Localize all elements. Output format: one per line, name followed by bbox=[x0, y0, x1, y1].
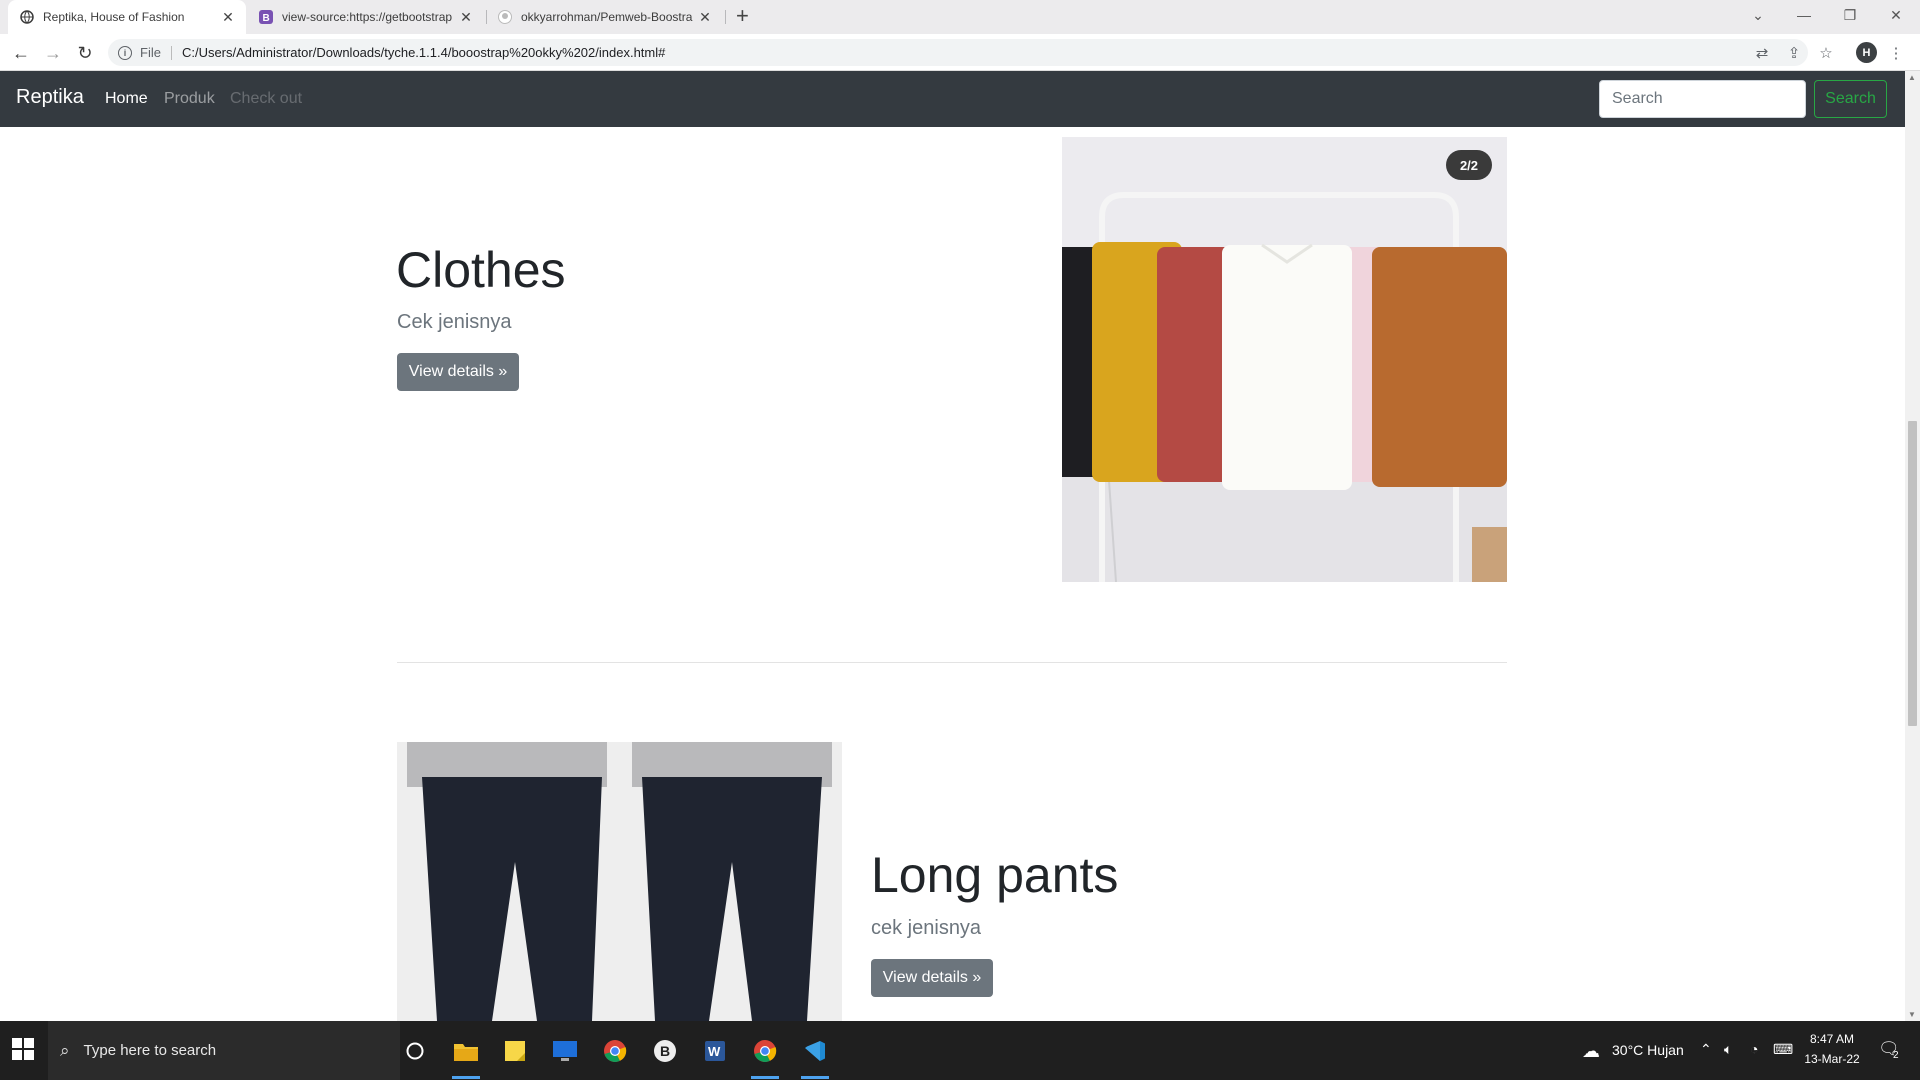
browser-tabstrip: Reptika, House of Fashion ✕ B view-sourc… bbox=[0, 0, 1920, 34]
remote-desktop-icon[interactable] bbox=[543, 1029, 587, 1073]
volume-icon[interactable]: 🔈︎ bbox=[1724, 1041, 1732, 1058]
tab-reptika[interactable]: Reptika, House of Fashion ✕ bbox=[8, 0, 246, 34]
keyboard-icon[interactable]: ⌨ bbox=[1773, 1041, 1793, 1058]
bootstrap-studio-icon[interactable]: B bbox=[643, 1029, 687, 1073]
network-icon[interactable]: ◔ bbox=[1750, 1041, 1758, 1057]
taskbar-search-box[interactable]: ⌕ Type here to search bbox=[48, 1021, 400, 1080]
feature-lead-long-pants: cek jenisnya bbox=[871, 917, 982, 939]
forward-icon[interactable]: → bbox=[40, 40, 66, 66]
address-url: C:/Users/Administrator/Downloads/tyche.1… bbox=[181, 45, 666, 60]
translate-icon[interactable]: ⇄ bbox=[1751, 42, 1773, 64]
long-pants-image bbox=[397, 742, 842, 1021]
info-icon[interactable]: i bbox=[118, 45, 132, 60]
address-separator bbox=[170, 45, 172, 60]
close-tab-icon[interactable]: ✕ bbox=[697, 9, 713, 26]
profile-avatar[interactable]: H bbox=[1856, 42, 1877, 63]
close-tab-icon[interactable]: ✕ bbox=[220, 9, 236, 26]
tab-search-icon[interactable]: ⌄ bbox=[1740, 0, 1776, 30]
close-window-button[interactable]: ✕ bbox=[1878, 0, 1914, 30]
search-input[interactable]: Search bbox=[1599, 80, 1806, 118]
bootstrap-icon: B bbox=[259, 10, 273, 24]
view-details-button-long-pants[interactable]: View details » bbox=[871, 959, 993, 997]
weather-cloud-icon[interactable]: ☁ bbox=[1582, 1041, 1600, 1062]
windows-taskbar: ⌕ Type here to search B W ☁ 30°C Hujan ⌃… bbox=[0, 1021, 1920, 1080]
show-hidden-icons-icon[interactable]: ⌃ bbox=[1700, 1041, 1712, 1058]
svg-text:B: B bbox=[263, 13, 270, 24]
share-icon[interactable]: ⇪ bbox=[1783, 42, 1805, 64]
featurette-divider bbox=[397, 662, 1507, 663]
address-scheme: File bbox=[140, 45, 161, 60]
weather-text[interactable]: 30°C Hujan bbox=[1612, 1042, 1684, 1058]
globe-icon bbox=[20, 10, 34, 24]
feature-heading-long-pants: Long pants bbox=[871, 847, 1119, 903]
taskbar-search-placeholder: Type here to search bbox=[83, 1042, 217, 1059]
feature-heading-clothes: Clothes bbox=[396, 242, 566, 298]
vscode-icon[interactable] bbox=[793, 1029, 837, 1079]
clock-time: 8:47 AM bbox=[1809, 1032, 1855, 1046]
image-page-badge: 2/2 bbox=[1446, 150, 1492, 180]
tab-view-source[interactable]: B view-source:https://getbootstrap ✕ bbox=[251, 0, 484, 34]
clock-date: 13-Mar-22 bbox=[1804, 1052, 1860, 1066]
page-viewport: Reptika Home Produk Check out Search Sea… bbox=[0, 71, 1905, 1021]
search-icon: ⌕ bbox=[60, 1040, 70, 1060]
nav-produk[interactable]: Produk bbox=[164, 90, 215, 108]
search-button[interactable]: Search bbox=[1814, 80, 1887, 118]
chrome-icon[interactable] bbox=[593, 1029, 637, 1073]
feature-lead-clothes: Cek jenisnya bbox=[397, 311, 512, 333]
view-details-button-clothes[interactable]: View details » bbox=[397, 353, 519, 391]
page-scrollbar[interactable]: ▲ ▼ bbox=[1905, 71, 1920, 1021]
windows-start-icon[interactable] bbox=[12, 1038, 34, 1060]
new-tab-button[interactable]: + bbox=[736, 4, 749, 28]
tab-title: okkyarrohman/Pemweb-Boostra bbox=[521, 10, 693, 24]
scroll-up-arrow-icon[interactable]: ▲ bbox=[1908, 73, 1916, 82]
word-icon[interactable]: W bbox=[693, 1029, 737, 1073]
restore-button[interactable]: ❐ bbox=[1832, 0, 1868, 30]
long-pants-illustration bbox=[397, 742, 842, 1021]
file-explorer-icon[interactable] bbox=[444, 1029, 488, 1079]
sticky-notes-icon[interactable] bbox=[493, 1029, 537, 1073]
tab-separator bbox=[725, 10, 726, 24]
site-navbar: Reptika Home Produk Check out Search Sea… bbox=[0, 71, 1905, 127]
tab-title: view-source:https://getbootstrap bbox=[282, 10, 453, 24]
svg-text:W: W bbox=[708, 1044, 721, 1059]
close-tab-icon[interactable]: ✕ bbox=[458, 9, 474, 26]
address-bar[interactable]: i File C:/Users/Administrator/Downloads/… bbox=[108, 39, 1808, 66]
clothes-rack-illustration bbox=[1062, 137, 1507, 582]
notification-count: 2 bbox=[1893, 1050, 1899, 1061]
svg-text:B: B bbox=[660, 1043, 670, 1059]
bookmark-star-icon[interactable]: ☆ bbox=[1815, 42, 1837, 64]
nav-home[interactable]: Home bbox=[105, 90, 148, 108]
chrome-profile-icon[interactable] bbox=[743, 1029, 787, 1079]
scrollbar-thumb[interactable] bbox=[1908, 421, 1917, 726]
tab-title: Reptika, House of Fashion bbox=[43, 10, 185, 24]
nav-check-out[interactable]: Check out bbox=[230, 90, 302, 108]
site-brand[interactable]: Reptika bbox=[16, 86, 84, 109]
minimize-button[interactable]: — bbox=[1786, 0, 1822, 30]
menu-icon[interactable]: ⋮ bbox=[1885, 42, 1907, 64]
browser-toolbar: ← → ↻ i File C:/Users/Administrator/Down… bbox=[0, 34, 1920, 71]
back-icon[interactable]: ← bbox=[8, 40, 34, 66]
reload-icon[interactable]: ↻ bbox=[72, 40, 98, 66]
github-icon bbox=[498, 10, 512, 24]
scroll-down-arrow-icon[interactable]: ▼ bbox=[1908, 1010, 1916, 1019]
taskbar-clock[interactable]: 8:47 AM 13-Mar-22 bbox=[1796, 1029, 1868, 1069]
tab-github[interactable]: okkyarrohman/Pemweb-Boostra ✕ bbox=[490, 0, 723, 34]
cortana-icon[interactable] bbox=[393, 1029, 437, 1073]
clothes-image bbox=[1062, 137, 1507, 582]
tab-separator bbox=[486, 10, 487, 24]
